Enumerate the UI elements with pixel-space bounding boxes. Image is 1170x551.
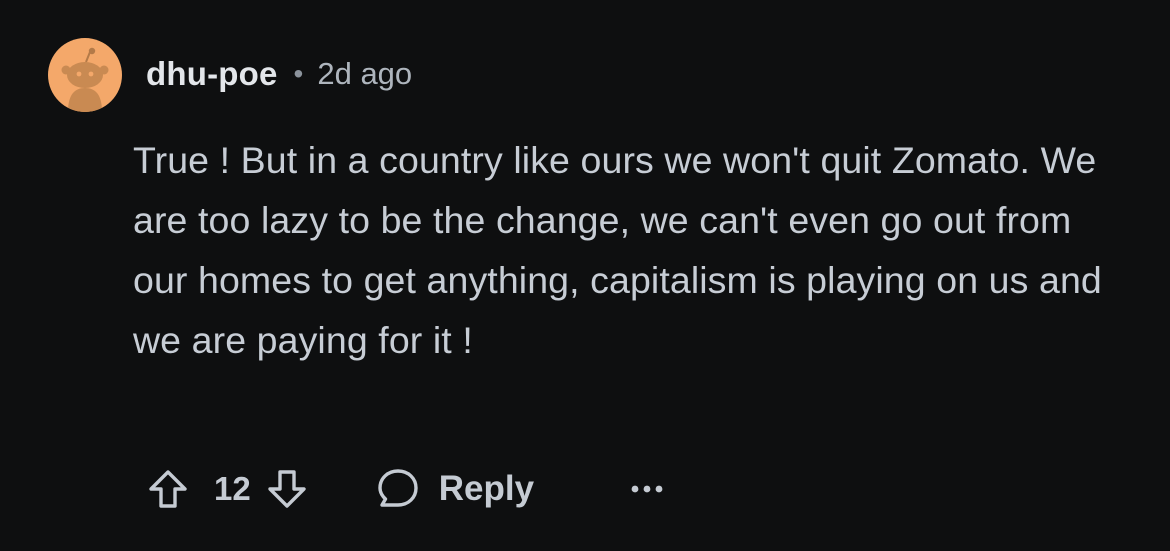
ellipsis-icon [631, 485, 663, 493]
upvote-arrow-icon[interactable] [146, 467, 190, 511]
speech-bubble-icon [375, 466, 421, 512]
downvote-arrow-icon[interactable] [265, 467, 309, 511]
avatar[interactable] [48, 38, 122, 112]
separator-dot: • [293, 58, 304, 89]
more-options-button[interactable] [630, 483, 664, 495]
reply-label: Reply [438, 469, 535, 508]
snoo-avatar-icon [61, 47, 109, 112]
vote-count: 12 [214, 470, 251, 507]
reply-button[interactable]: Reply [375, 466, 534, 512]
comment-actions: 12 Reply [146, 462, 664, 516]
timestamp: 2d ago [317, 56, 413, 91]
comment-body: True ! But in a country like ours we won… [133, 139, 1102, 361]
username[interactable]: dhu-poe [146, 55, 278, 93]
comment-header: dhu-poe • 2d ago [146, 52, 412, 96]
